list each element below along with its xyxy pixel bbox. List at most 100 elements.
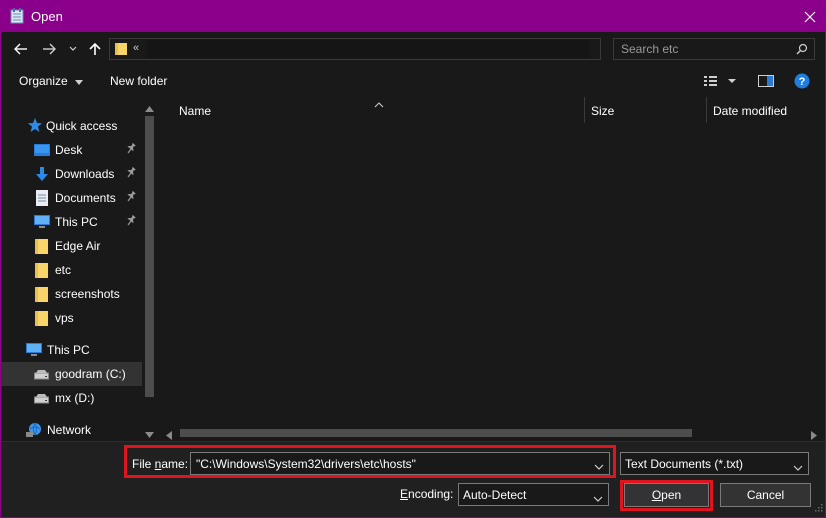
dialog-footer: File name: "C:\Windows\System32\drivers\… [1, 441, 825, 517]
resize-grip-icon[interactable] [813, 501, 823, 515]
open-button[interactable]: Open [624, 483, 709, 507]
breadcrumb-overflow[interactable]: « [133, 42, 139, 54]
forward-button[interactable] [39, 38, 59, 60]
scroll-thumb[interactable] [145, 116, 154, 397]
navigation-pane[interactable]: Quick access Desk Downloads Documents Th… [1, 97, 157, 441]
back-arrow-icon [14, 43, 27, 55]
nav-item-downloads[interactable]: Downloads [1, 162, 142, 186]
window-title: Open [31, 9, 63, 24]
command-bar: Organize New folder ? [1, 67, 825, 97]
pin-icon [125, 166, 137, 181]
nav-label: Quick access [46, 119, 118, 133]
folder-icon [35, 310, 51, 326]
pin-icon [125, 142, 137, 157]
address-bar[interactable]: « [109, 38, 698, 60]
column-header-name[interactable]: Name [179, 104, 211, 118]
star-icon [28, 118, 44, 134]
address-row: « Search etc [1, 32, 825, 67]
column-header-date-modified[interactable]: Date modified [713, 104, 787, 118]
nav-label: mx (D:) [55, 391, 95, 405]
chevron-down-icon [69, 46, 77, 51]
caret-down-icon [75, 74, 84, 88]
nav-item-screenshots[interactable]: screenshots [1, 282, 142, 306]
notepad-icon [10, 8, 24, 24]
preview-pane-button[interactable] [758, 74, 774, 91]
folder-icon [35, 286, 51, 302]
new-folder-button[interactable]: New folder [110, 74, 167, 88]
nav-label: Downloads [55, 167, 115, 181]
file-list[interactable]: Name Size Date modified [161, 97, 825, 441]
file-type-value: Text Documents (*.txt) [625, 457, 744, 471]
close-button[interactable] [795, 1, 825, 32]
search-input[interactable]: Search etc [613, 38, 815, 60]
documents-icon [35, 190, 51, 206]
nav-quick-access[interactable]: Quick access [1, 114, 142, 138]
nav-item-desk[interactable]: Desk [1, 138, 142, 162]
search-placeholder: Search etc [621, 42, 679, 56]
help-button[interactable]: ? [794, 73, 810, 92]
nav-label: Documents [55, 191, 116, 205]
file-type-select[interactable]: Text Documents (*.txt) [620, 452, 809, 475]
nav-this-pc[interactable]: This PC [1, 338, 142, 362]
chevron-down-icon [594, 464, 604, 470]
help-icon: ? [794, 73, 810, 89]
nav-label: etc [55, 263, 72, 277]
encoding-select[interactable]: Auto-Detect [458, 483, 609, 506]
file-name-input[interactable]: "C:\Windows\System32\drivers\etc\hosts" [190, 452, 610, 475]
pin-icon [125, 190, 137, 205]
nav-label: Network [47, 423, 92, 437]
drive-icon [34, 369, 50, 385]
encoding-label: Encoding: [400, 487, 454, 501]
folder-icon [114, 42, 128, 59]
nav-label: screenshots [55, 287, 120, 301]
chevron-down-icon [793, 460, 803, 474]
cancel-button[interactable]: Cancel [720, 483, 811, 507]
scroll-down-icon[interactable] [145, 427, 154, 441]
nav-label: This PC [47, 343, 90, 357]
svg-text:?: ? [799, 76, 806, 88]
organize-label: Organize [19, 74, 68, 88]
nav-label: This PC [55, 215, 98, 229]
nav-scrollbar[interactable] [142, 97, 157, 441]
monitor-icon [26, 343, 42, 359]
scroll-thumb[interactable] [180, 429, 692, 437]
back-button[interactable] [11, 38, 31, 60]
sort-ascending-icon [374, 97, 384, 111]
nav-network[interactable]: Network [1, 418, 142, 441]
chevron-down-icon [593, 491, 603, 505]
folder-icon [35, 262, 51, 278]
up-arrow-icon [89, 42, 101, 55]
details-view-icon [704, 76, 736, 86]
nav-item-etc[interactable]: etc [1, 258, 142, 282]
nav-item-vps[interactable]: vps [1, 306, 142, 330]
close-icon [804, 11, 816, 22]
pin-icon [125, 214, 137, 229]
column-divider[interactable] [584, 97, 585, 123]
file-name-value: "C:\Windows\System32\drivers\etc\hosts" [196, 457, 416, 471]
scroll-up-icon[interactable] [145, 101, 154, 115]
file-name-label: File name: [132, 457, 189, 471]
title-bar[interactable]: Open [1, 1, 825, 32]
horizontal-scrollbar[interactable] [161, 425, 825, 441]
monitor-icon [34, 215, 50, 231]
nav-item-edge-air[interactable]: Edge Air [1, 234, 142, 258]
nav-drive-d[interactable]: mx (D:) [1, 386, 142, 410]
nav-label: goodram (C:) [55, 367, 126, 381]
drive-icon [34, 393, 50, 409]
nav-item-this-pc-pinned[interactable]: This PC [1, 210, 142, 234]
column-header-size[interactable]: Size [591, 104, 614, 118]
nav-drive-c[interactable]: goodram (C:) [1, 362, 142, 386]
up-button[interactable] [87, 38, 103, 60]
change-view-button[interactable] [704, 74, 738, 91]
breadcrumb[interactable] [146, 40, 590, 58]
nav-label: Desk [55, 143, 83, 157]
nav-item-documents[interactable]: Documents [1, 186, 142, 210]
nav-label: Edge Air [55, 239, 101, 253]
encoding-value: Auto-Detect [463, 488, 527, 502]
file-name-dropdown-button[interactable] [594, 459, 604, 473]
organize-button[interactable]: Organize [19, 74, 84, 88]
recent-locations-button[interactable] [67, 38, 79, 60]
network-icon [26, 422, 42, 438]
column-divider[interactable] [706, 97, 707, 123]
preview-pane-icon [758, 75, 774, 87]
